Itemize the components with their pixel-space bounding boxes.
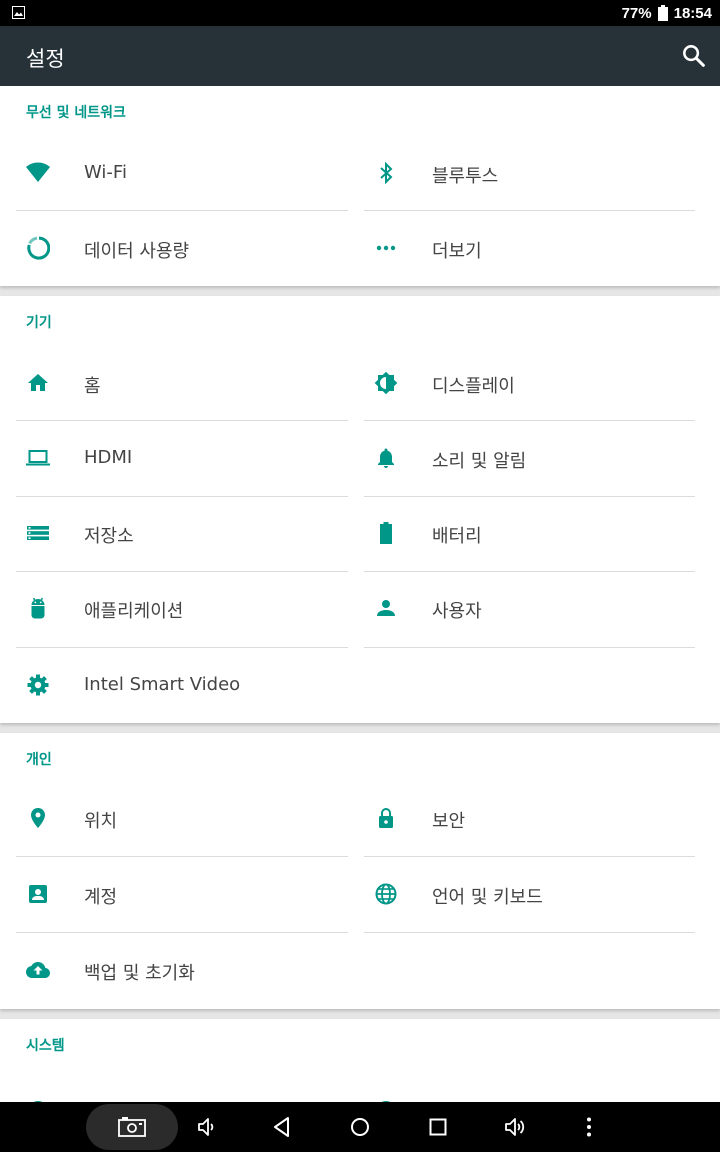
setting-storage-label: 저장소 [84,526,134,547]
battery-icon [380,522,392,544]
cloud-upload-icon [26,962,50,978]
android-icon [31,597,45,619]
person-icon [377,600,395,616]
setting-apps[interactable]: 애플리케이션 [16,571,348,646]
settings-list: 무선 및 네트워크 Wi-Fi 블루투스 데이터 사용량 더보기 기기 홈 디스… [0,86,720,1102]
setting-backup-reset-label: 백업 및 초기화 [84,963,195,984]
setting-language[interactable]: 언어 및 키보드 [364,857,696,932]
section-system: 시스템 [0,1019,720,1102]
setting-display[interactable]: 디스플레이 [364,346,696,421]
setting-apps-label: 애플리케이션 [84,601,184,622]
home-circle-icon[interactable] [348,1115,372,1139]
setting-backup-reset[interactable]: 백업 및 초기화 [16,933,348,1008]
status-bar: 77% 18:54 [0,0,720,26]
recents-icon[interactable] [426,1115,450,1139]
volume-up-icon[interactable] [503,1115,527,1139]
setting-battery-label: 배터리 [432,526,482,547]
divider [364,647,695,648]
setting-home[interactable]: 홈 [16,346,348,421]
brightness-icon [374,371,398,395]
setting-security-label: 보안 [432,811,466,832]
section-wireless: 무선 및 네트워크 Wi-Fi 블루투스 데이터 사용량 더보기 [0,86,720,286]
setting-hdmi-label: HDMI [84,447,133,468]
laptop-icon [26,450,50,466]
setting-data-usage[interactable]: 데이터 사용량 [16,211,348,286]
setting-battery[interactable]: 배터리 [364,496,696,571]
setting-storage[interactable]: 저장소 [16,496,348,571]
setting-sound[interactable]: 소리 및 알림 [364,421,696,496]
data-usage-icon [27,236,50,260]
setting-location-label: 위치 [84,811,118,832]
globe-icon [375,883,397,905]
setting-more-label: 더보기 [432,241,482,262]
setting-users-label: 사용자 [432,601,482,622]
app-bar: 설정 [0,26,720,86]
section-header-device: 기기 [26,315,52,331]
section-header-system: 시스템 [26,1038,65,1054]
battery-status-icon [657,5,668,21]
more-vert-icon[interactable] [577,1115,601,1139]
setting-accounts[interactable]: 계정 [16,857,348,932]
setting-bluetooth[interactable]: 블루투스 [364,136,696,211]
setting-language-label: 언어 및 키보드 [432,887,543,908]
setting-security[interactable]: 보안 [364,781,696,856]
more-horiz-icon [376,245,396,251]
home-icon [28,374,48,391]
gear-icon [27,674,49,696]
navigation-bar [0,1102,720,1152]
setting-sound-label: 소리 및 알림 [432,451,527,472]
setting-data-usage-label: 데이터 사용량 [84,241,190,262]
storage-icon [27,526,49,540]
section-header-personal: 개인 [26,752,52,768]
screenshot-button[interactable] [86,1104,178,1150]
setting-wifi[interactable]: Wi-Fi [16,136,348,211]
setting-intel-smart-video-label: Intel Smart Video [84,674,241,695]
lock-icon [379,808,393,828]
setting-hdmi[interactable]: HDMI [16,421,348,496]
page-title: 설정 [26,47,65,71]
bell-icon [378,448,394,468]
section-header-wireless: 무선 및 네트워크 [26,105,126,121]
setting-display-label: 디스플레이 [432,376,515,397]
clock: 18:54 [673,4,712,22]
account-box-icon [29,885,47,903]
divider [364,932,695,933]
bluetooth-icon [380,161,393,185]
battery-percent: 77% [621,4,652,22]
setting-bluetooth-label: 블루투스 [432,166,499,187]
volume-down-icon[interactable] [195,1115,219,1139]
setting-more[interactable]: 더보기 [364,211,696,286]
location-pin-icon [31,808,45,828]
setting-location[interactable]: 위치 [16,781,348,856]
back-icon[interactable] [270,1115,294,1139]
section-device: 기기 홈 디스플레이 HDMI 소리 및 알림 저장소 배터리 애플리케이션 사… [0,296,720,723]
section-personal: 개인 위치 보안 계정 언어 및 키보드 백업 및 초기화 [0,733,720,1009]
setting-home-label: 홈 [84,376,101,397]
image-notification-icon [12,6,25,19]
wifi-icon [26,162,50,182]
setting-users[interactable]: 사용자 [364,571,696,646]
setting-accounts-label: 계정 [84,887,118,908]
search-icon[interactable] [680,42,708,70]
setting-wifi-label: Wi-Fi [84,162,127,183]
screenshot-icon [118,1117,146,1137]
setting-intel-smart-video[interactable]: Intel Smart Video [16,648,348,723]
